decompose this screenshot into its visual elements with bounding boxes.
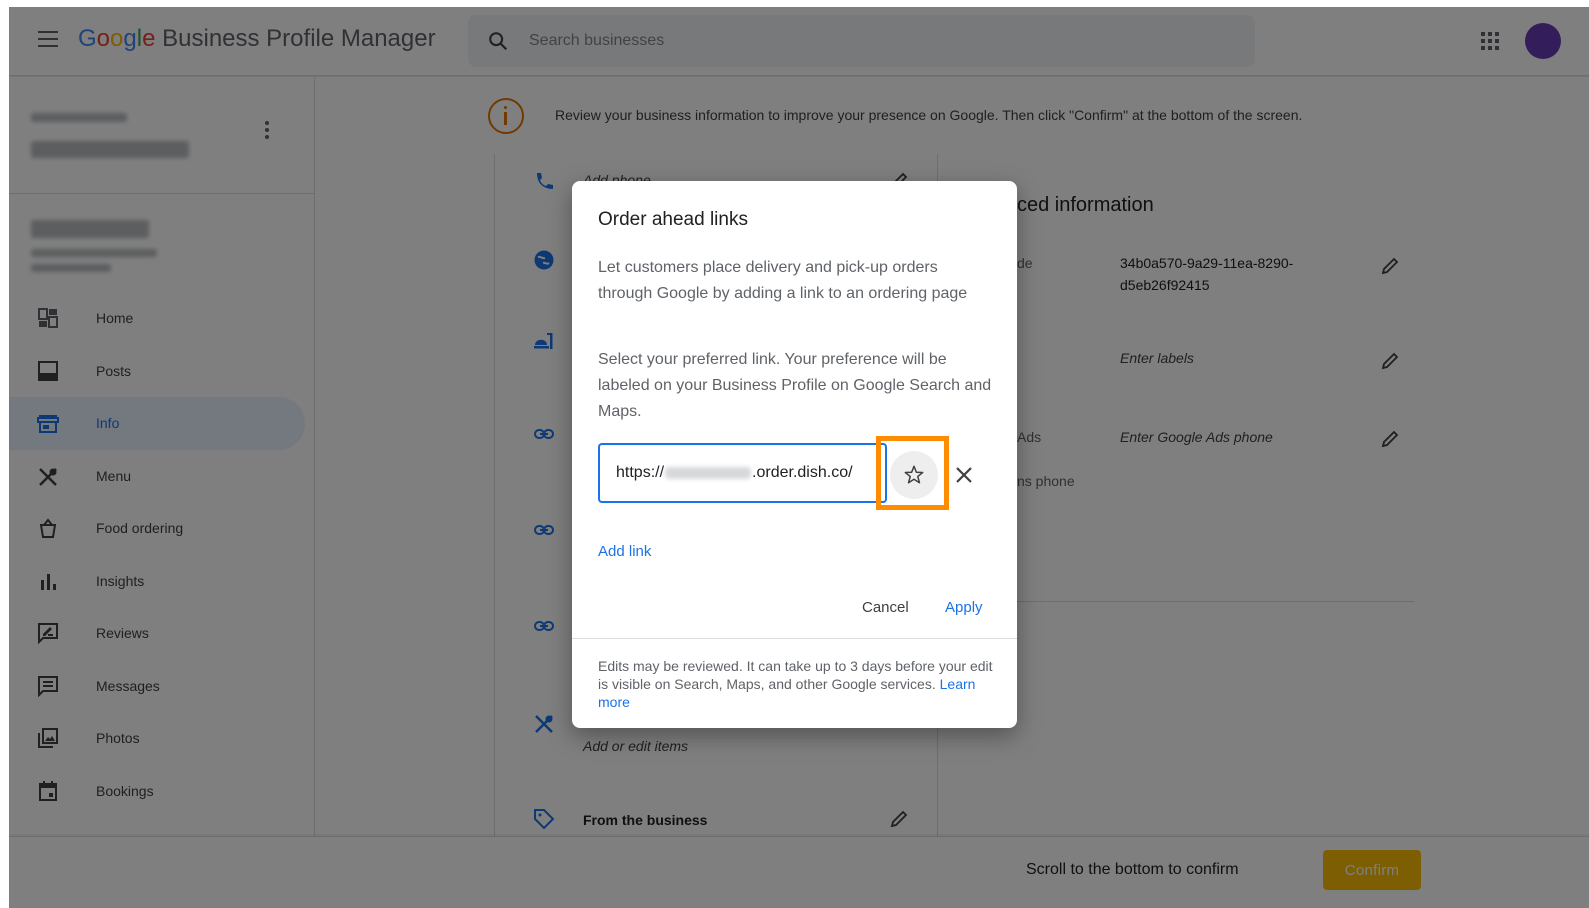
dialog-title: Order ahead links [598, 209, 748, 230]
blurred-url-part [665, 466, 752, 479]
order-link-input[interactable]: https://.order.dish.co/ [598, 443, 887, 503]
add-link-button[interactable]: Add link [598, 543, 651, 560]
apply-button[interactable]: Apply [945, 599, 983, 616]
cancel-button[interactable]: Cancel [862, 599, 909, 616]
app-frame: Google Business Profile Manager [9, 7, 1589, 908]
order-ahead-links-dialog: Order ahead links Let customers place de… [572, 181, 1017, 728]
dialog-preference-text: Select your preferred link. Your prefere… [598, 351, 992, 420]
star-outline-icon [904, 465, 924, 484]
divider [572, 638, 1017, 639]
dialog-description: Let customers place delivery and pick-up… [598, 259, 968, 302]
preferred-link-star-button[interactable] [890, 451, 938, 499]
close-icon [956, 467, 972, 483]
dialog-footer-note: Edits may be reviewed. It can take up to… [598, 658, 993, 710]
remove-link-button[interactable] [950, 461, 978, 489]
order-link-value: https://.order.dish.co/ [616, 464, 853, 481]
